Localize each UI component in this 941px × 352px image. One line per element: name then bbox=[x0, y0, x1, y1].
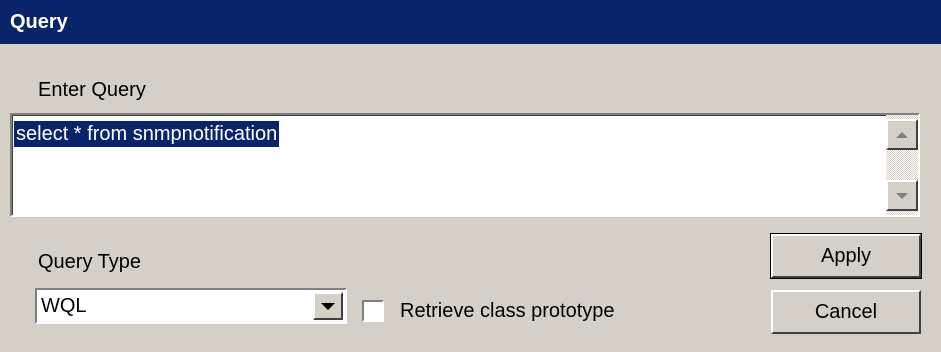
query-type-label: Query Type bbox=[38, 251, 142, 273]
dialog-title: Query bbox=[0, 0, 941, 44]
scroll-down-arrow-icon bbox=[896, 192, 908, 199]
apply-button[interactable]: Apply bbox=[770, 233, 922, 279]
enter-query-label: Enter Query bbox=[38, 79, 146, 101]
retrieve-class-prototype-checkbox[interactable] bbox=[362, 300, 384, 322]
scroll-down-button[interactable] bbox=[886, 180, 918, 211]
query-text[interactable]: select * from snmpnotification bbox=[14, 121, 280, 147]
chevron-down-icon bbox=[321, 302, 335, 310]
query-type-value: WQL bbox=[41, 295, 87, 317]
scroll-up-arrow-icon bbox=[896, 131, 908, 138]
query-textarea[interactable]: select * from snmpnotification bbox=[10, 113, 920, 217]
query-type-dropdown-button[interactable] bbox=[313, 292, 343, 320]
query-scrollbar[interactable] bbox=[886, 115, 918, 215]
query-type-select[interactable]: WQL bbox=[35, 288, 347, 324]
cancel-button[interactable]: Cancel bbox=[771, 290, 921, 334]
scroll-up-button[interactable] bbox=[886, 119, 918, 150]
retrieve-class-prototype-label[interactable]: Retrieve class prototype bbox=[400, 299, 615, 323]
